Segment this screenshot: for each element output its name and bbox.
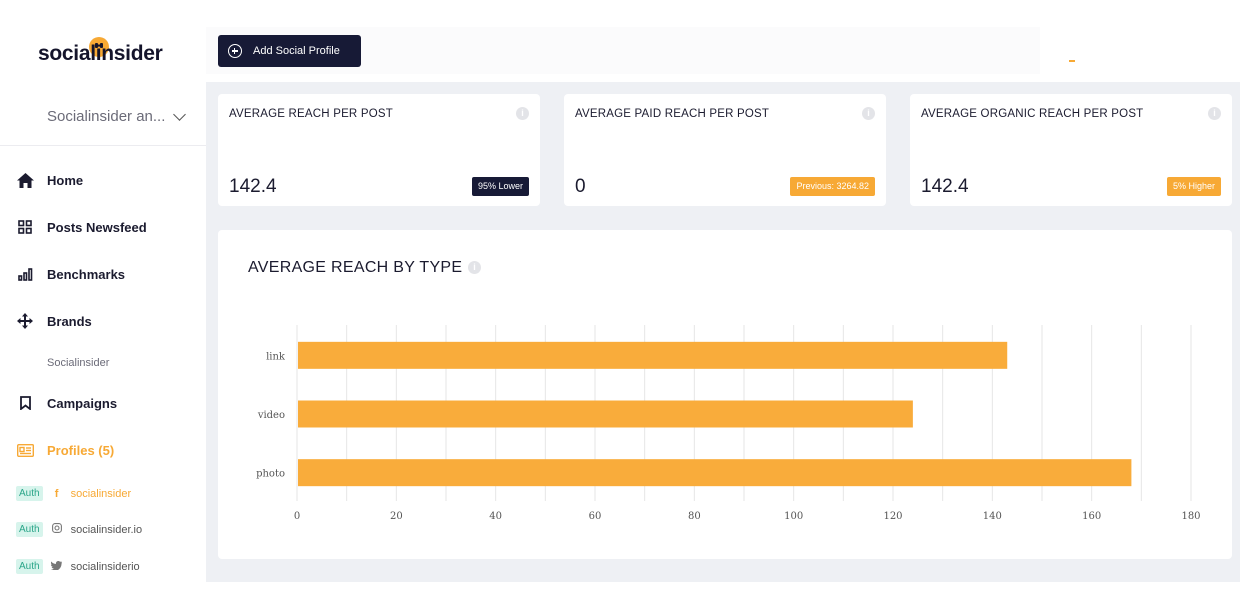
x-tick-label: 0: [294, 511, 300, 522]
facebook-icon: f: [54, 487, 59, 500]
x-tick-label: 180: [1181, 511, 1200, 522]
comparison-badge: Previous: 3264.82: [790, 177, 875, 196]
bookmark-icon: [16, 394, 34, 412]
profile-twitter[interactable]: Auth socialinsiderio: [16, 559, 140, 574]
auth-badge[interactable]: Auth: [16, 559, 43, 574]
info-icon[interactable]: i: [862, 107, 875, 120]
sidebar-item-home[interactable]: Home: [16, 171, 83, 189]
add-social-profile-button[interactable]: Add Social Profile: [218, 35, 361, 67]
category-label: photo: [256, 469, 285, 480]
brand-selector[interactable]: Socialinsider an...: [47, 107, 187, 125]
profile-card-icon: [16, 441, 34, 459]
info-icon[interactable]: i: [516, 107, 529, 120]
logo[interactable]: socialinsider: [38, 42, 163, 66]
x-tick-label: 120: [883, 511, 902, 522]
bar-chart: 0 20 40 60 80 100 120 140 160 180 link video photo: [256, 325, 1201, 522]
bar-video: [298, 400, 913, 428]
card-title: AVERAGE ORGANIC REACH PER POST: [921, 108, 1144, 120]
metric-card-average-paid-reach: AVERAGE PAID REACH PER POST i 0 Previous…: [564, 94, 886, 206]
x-tick-label: 100: [784, 511, 803, 522]
bar-photo: [298, 459, 1132, 487]
bar-link: [298, 341, 1008, 369]
loading-indicator: [1069, 60, 1075, 62]
x-tick-label: 40: [489, 511, 502, 522]
auth-badge[interactable]: Auth: [16, 486, 43, 501]
next-section-card: [218, 583, 1232, 603]
sidebar-item-label: Posts Newsfeed: [47, 219, 147, 235]
card-value: 142.4: [229, 176, 277, 197]
sidebar-item-benchmarks[interactable]: Benchmarks: [16, 265, 125, 283]
metric-card-average-organic-reach: AVERAGE ORGANIC REACH PER POST i 142.4 5…: [910, 94, 1232, 206]
brand-selector-label: Socialinsider an...: [47, 108, 166, 125]
card-title: AVERAGE PAID REACH PER POST: [575, 108, 770, 120]
comparison-badge: 5% Higher: [1166, 177, 1221, 196]
profile-instagram[interactable]: Auth socialinsider.io: [16, 522, 142, 537]
auth-badge[interactable]: Auth: [16, 522, 43, 537]
sidebar-item-label: Benchmarks: [47, 266, 126, 282]
metric-card-average-reach: AVERAGE REACH PER POST i 142.4 95% Lower: [218, 94, 540, 206]
category-label: link: [266, 351, 286, 362]
card-title: AVERAGE REACH PER POST: [229, 108, 393, 120]
card-value: 142.4: [921, 176, 969, 197]
x-tick-label: 140: [983, 511, 1002, 522]
profile-name: socialinsider: [70, 487, 132, 500]
sidebar-item-posts-newsfeed[interactable]: Posts Newsfeed: [16, 218, 147, 236]
sidebar-divider: [0, 145, 206, 146]
x-tick-label: 20: [390, 511, 403, 522]
sidebar-item-label: Home: [47, 172, 84, 188]
sidebar-item-label: Profiles (5): [47, 442, 115, 458]
category-label: video: [257, 410, 285, 421]
profile-name: socialinsider.io: [70, 523, 143, 536]
x-tick-label: 60: [589, 511, 602, 522]
sidebar-item-profiles[interactable]: Profiles (5): [16, 441, 114, 459]
profile-name: socialinsiderio: [70, 560, 140, 573]
chart-card-average-reach-by-type: AVERAGE REACH BY TYPE i 0 20 40 60 80 100 120 1…: [218, 230, 1232, 559]
add-social-profile-label: Add Social Profile: [253, 45, 340, 57]
twitter-icon: [50, 560, 63, 573]
sidebar-item-label: Campaigns: [47, 395, 118, 411]
chevron-down-icon: [173, 107, 187, 121]
instagram-icon: [51, 523, 63, 536]
home-icon: [16, 171, 34, 189]
plus-circle-icon: [228, 44, 242, 58]
grid-icon: [16, 218, 34, 236]
x-tick-label: 160: [1082, 511, 1101, 522]
card-value: 0: [575, 176, 586, 197]
sidebar-item-campaigns[interactable]: Campaigns: [16, 394, 117, 412]
sidebar-subitem-socialinsider[interactable]: Socialinsider: [47, 357, 109, 369]
x-tick-label: 80: [688, 511, 701, 522]
move-icon: [16, 312, 34, 330]
info-icon[interactable]: i: [1208, 107, 1221, 120]
comparison-badge: 95% Lower: [471, 177, 529, 196]
sidebar: socialinsider Socialinsider an... Home P…: [0, 0, 206, 600]
sidebar-item-brands[interactable]: Brands: [16, 312, 92, 330]
profile-facebook[interactable]: Auth f socialinsider: [16, 486, 131, 501]
sidebar-item-label: Brands: [47, 313, 92, 329]
bar-chart-icon: [16, 265, 34, 283]
